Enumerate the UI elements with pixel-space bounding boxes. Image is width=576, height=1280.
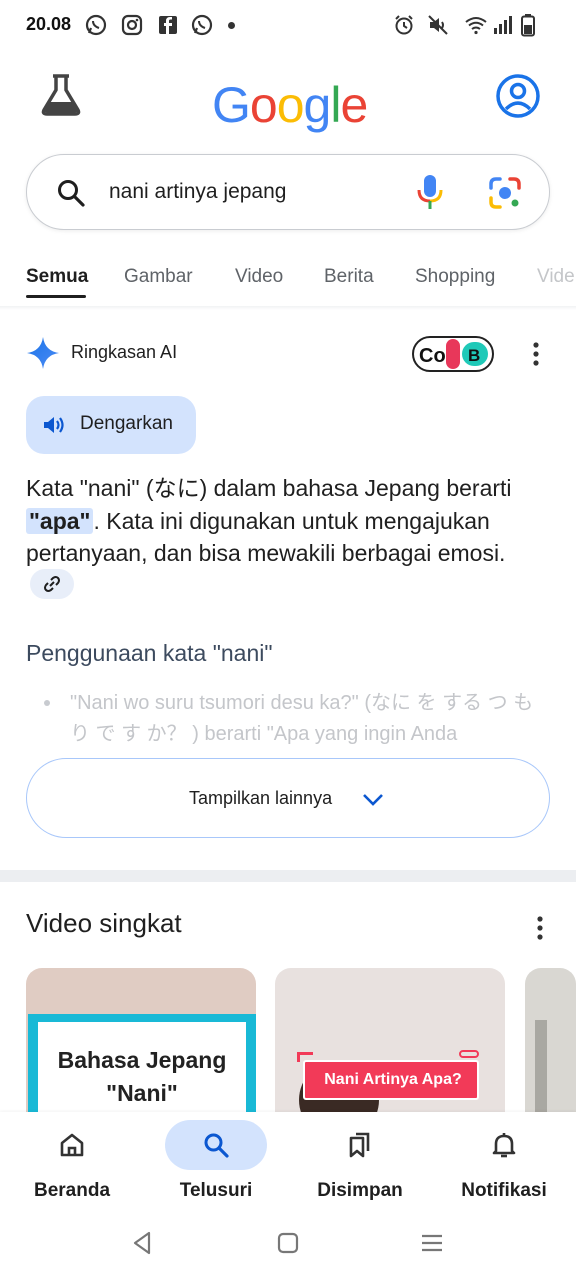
home-icon <box>60 1133 84 1157</box>
show-more-button[interactable]: Tampilkan lainnya <box>26 758 550 838</box>
nav-label: Beranda <box>33 1180 111 1201</box>
status-time: 20.08 <box>26 14 72 34</box>
citation-link-chip[interactable] <box>30 569 74 600</box>
account-icon[interactable] <box>495 73 541 119</box>
wifi-icon <box>465 17 487 35</box>
battery-icon <box>521 14 535 37</box>
svg-text:B: B <box>468 346 480 365</box>
logo-letter: l <box>330 77 341 133</box>
ai-text-part2: . Kata ini digunakan untuk mengajukan pe… <box>26 507 506 567</box>
google-logo: Google <box>212 76 368 134</box>
logo-letter: g <box>303 77 332 133</box>
bell-icon <box>492 1133 516 1158</box>
video-overlay-text: Bahasa Jepang "Nani" <box>38 1044 246 1110</box>
search-box[interactable]: nani artinya jepang <box>26 154 550 230</box>
home-square-icon[interactable] <box>275 1230 301 1256</box>
search-input[interactable]: nani artinya jepang <box>109 180 286 204</box>
status-bar: 20.08 <box>0 0 576 52</box>
video-thumbnail-frame: Bahasa Jepang "Nani" <box>28 1014 256 1118</box>
notification-dot <box>228 22 235 29</box>
back-icon[interactable] <box>130 1230 156 1256</box>
whatsapp-icon <box>191 14 213 36</box>
show-more-label: Tampilkan lainnya <box>189 788 333 808</box>
mic-icon[interactable] <box>415 173 445 211</box>
nav-beranda[interactable]: Beranda <box>0 1112 144 1212</box>
nav-disimpan[interactable]: Disimpan <box>288 1112 432 1212</box>
bottom-navigation: Beranda Telusuri Disimpan Notifikasi <box>0 1112 576 1212</box>
video-card[interactable]: Bahasa Jepang "Nani" <box>26 968 256 1118</box>
ai-text-part1: Kata "nani" (なに) dalam bahasa Jepang ber… <box>26 475 512 501</box>
whatsapp-icon <box>85 14 107 36</box>
video-overlay-text: Nani Artinya Apa? <box>324 1071 462 1088</box>
nav-label: Disimpan <box>317 1180 403 1201</box>
flask-icon[interactable] <box>38 72 84 118</box>
tab-semua[interactable]: Semua <box>26 266 88 288</box>
svg-text:Co: Co <box>419 345 446 367</box>
search-tabs: Semua Gambar Video Berita Shopping Vide <box>0 262 576 302</box>
recents-menu-icon[interactable] <box>419 1230 445 1256</box>
tab-video[interactable]: Video <box>235 266 283 288</box>
tab-gambar[interactable]: Gambar <box>124 266 193 288</box>
video-overlay-line1: Bahasa Jepang <box>57 1047 227 1073</box>
signal-icon <box>494 16 512 34</box>
video-thumbnail-image <box>535 1020 547 1118</box>
video-overlay-tag: Nani Artinya Apa? <box>303 1060 479 1100</box>
more-vert-icon[interactable] <box>528 914 552 942</box>
ai-highlight: "apa" <box>26 507 94 534</box>
logo-letter: G <box>212 77 251 133</box>
mute-icon <box>428 15 448 35</box>
short-videos-heading: Video singkat <box>26 908 182 938</box>
logo-letter: o <box>249 77 278 133</box>
nav-label: Telusuri <box>179 1180 253 1201</box>
link-icon <box>44 576 60 593</box>
more-vert-icon[interactable] <box>524 340 548 368</box>
tabs-divider <box>0 306 576 310</box>
chevron-down-icon <box>363 794 383 806</box>
ai-sparkle-icon <box>27 337 59 369</box>
video-card[interactable] <box>525 968 576 1118</box>
ai-overview-title: Ringkasan AI <box>71 342 178 362</box>
instagram-icon <box>121 14 143 36</box>
active-tab-indicator <box>26 295 86 298</box>
source-logo[interactable]: Co B <box>412 336 494 372</box>
nav-notifikasi[interactable]: Notifikasi <box>432 1112 576 1212</box>
tab-video-partial[interactable]: Vide <box>537 266 575 288</box>
bookmarks-icon <box>349 1132 370 1158</box>
usage-heading: Penggunaan kata "nani" <box>26 640 273 666</box>
decoration <box>459 1050 479 1058</box>
listen-button[interactable]: Dengarkan <box>26 396 196 454</box>
faded-bullet-text: "Nani wo suru tsumori desu ka?" (なに を する… <box>70 692 534 745</box>
video-thumbnail-panel: Bahasa Jepang "Nani" <box>38 1022 246 1118</box>
ai-overview-text: Kata "nani" (なに) dalam bahasa Jepang ber… <box>26 472 546 602</box>
tab-berita[interactable]: Berita <box>324 266 374 288</box>
alarm-icon <box>395 15 413 35</box>
system-navigation-bar <box>0 1212 576 1280</box>
nav-telusuri[interactable]: Telusuri <box>144 1112 288 1212</box>
video-card[interactable]: Nani Artinya Apa? <box>275 968 505 1118</box>
tab-shopping[interactable]: Shopping <box>415 266 495 288</box>
nav-label: Notifikasi <box>461 1180 547 1201</box>
facebook-icon <box>159 16 177 34</box>
lens-icon[interactable] <box>487 175 523 211</box>
logo-letter: o <box>276 77 305 133</box>
section-divider <box>0 870 576 882</box>
search-icon <box>204 1133 229 1158</box>
logo-letter: e <box>340 77 368 133</box>
search-icon <box>58 180 85 207</box>
video-overlay-line2: "Nani" <box>106 1080 178 1106</box>
bullet-dot <box>44 700 50 706</box>
listen-label: Dengarkan <box>80 413 173 434</box>
speaker-icon <box>44 417 64 433</box>
